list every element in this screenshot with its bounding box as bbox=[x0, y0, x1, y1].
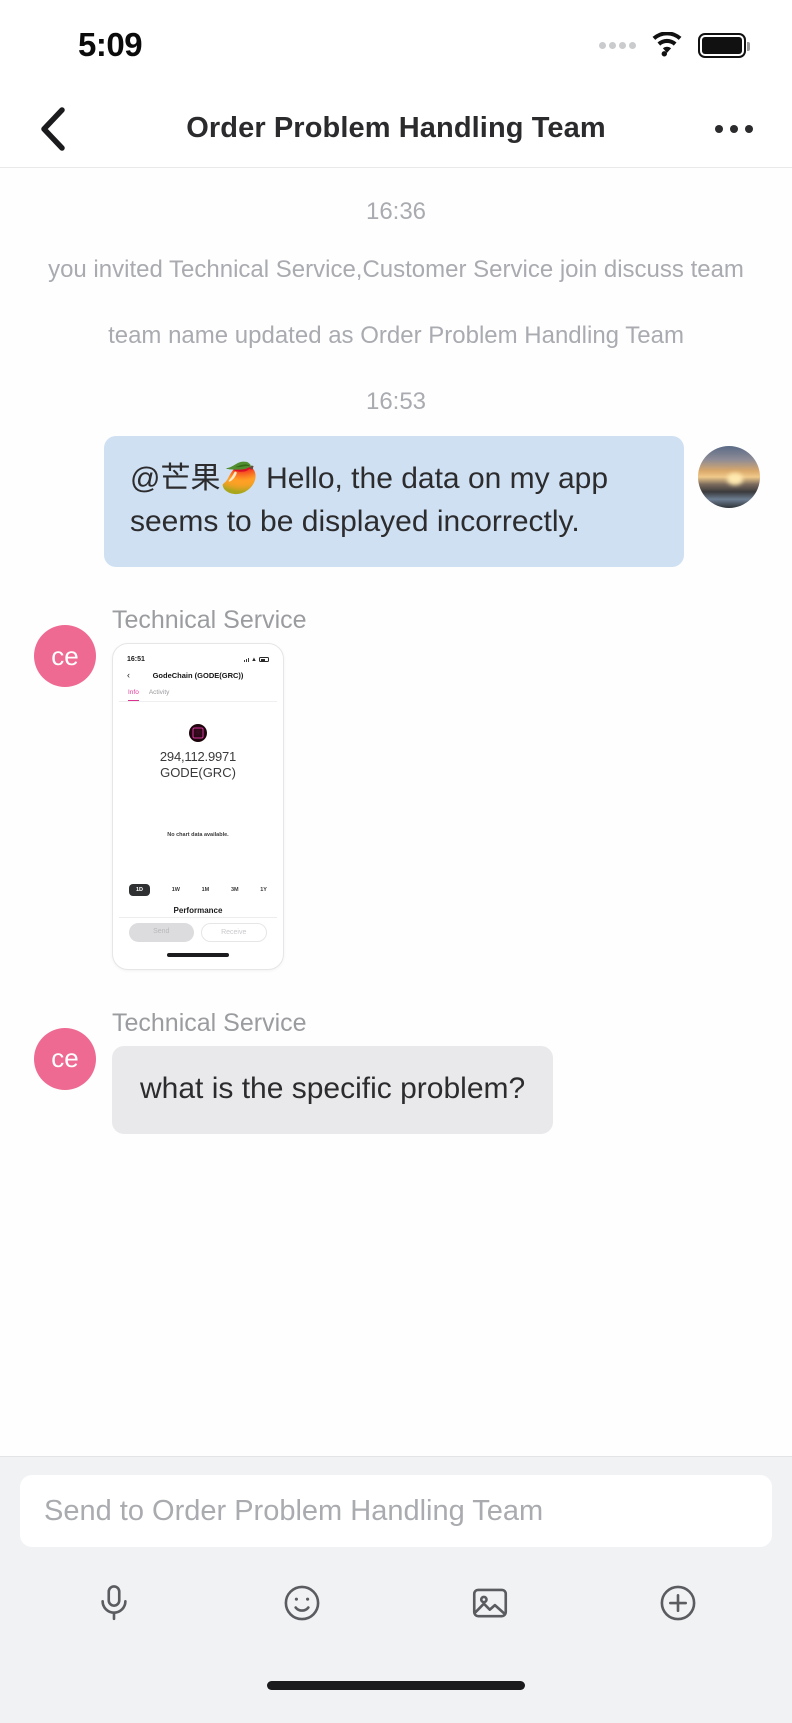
range-3m[interactable]: 3M bbox=[231, 884, 239, 896]
message-row-outgoing: @芒果🥭 Hello, the data on my app seems to … bbox=[0, 436, 792, 568]
range-1y[interactable]: 1Y bbox=[260, 884, 267, 896]
nav-bar: Order Problem Handling Team bbox=[0, 90, 792, 168]
back-button[interactable] bbox=[26, 102, 80, 156]
status-bar: 5:09 bbox=[0, 0, 792, 90]
embedded-status-time: 16:51 bbox=[127, 656, 145, 664]
chart-range-selector: 1D 1W 1M 3M 1Y bbox=[119, 884, 277, 897]
token-symbol: GODE(GRC) bbox=[160, 765, 236, 781]
composer bbox=[0, 1456, 792, 1659]
chat-screen: 5:09 Order Problem Handling Team 16:36 y… bbox=[0, 0, 792, 1723]
message-row-incoming: ce Technical Service 16:51 ▲ ‹ GodeChain… bbox=[0, 605, 792, 970]
microphone-icon bbox=[101, 1585, 127, 1621]
tab-activity[interactable]: Activity bbox=[149, 689, 170, 701]
range-1w[interactable]: 1W bbox=[172, 884, 180, 896]
shared-image-message[interactable]: 16:51 ▲ ‹ GodeChain (GODE(GRC)) Info Act… bbox=[112, 643, 284, 970]
embedded-wifi-icon: ▲ bbox=[251, 656, 257, 663]
status-bar-time: 5:09 bbox=[78, 26, 143, 63]
add-attachment-button[interactable] bbox=[646, 1571, 710, 1635]
embedded-title: GodeChain (GODE(GRC)) bbox=[152, 671, 244, 681]
system-event-message: team name updated as Order Problem Handl… bbox=[108, 322, 684, 349]
home-indicator[interactable] bbox=[267, 1681, 525, 1690]
embedded-status-bar: 16:51 ▲ bbox=[119, 650, 277, 666]
token-balance: 294,112.9971 bbox=[159, 749, 237, 765]
more-horizontal-icon bbox=[730, 124, 738, 133]
embedded-battery-icon bbox=[259, 657, 269, 663]
more-horizontal-icon bbox=[745, 124, 753, 133]
home-indicator-area bbox=[0, 1659, 792, 1723]
coin-logo-icon bbox=[189, 724, 207, 743]
receive-button[interactable]: Receive bbox=[200, 923, 267, 943]
composer-toolbar bbox=[20, 1547, 772, 1659]
performance-section-label: Performance bbox=[173, 906, 223, 916]
avatar[interactable]: ce bbox=[34, 625, 96, 688]
range-1m[interactable]: 1M bbox=[202, 884, 210, 896]
embedded-signal-icon bbox=[244, 657, 250, 662]
plus-icon bbox=[660, 1585, 696, 1621]
sender-name: Technical Service bbox=[112, 606, 307, 635]
chevron-left-icon bbox=[41, 106, 65, 151]
image-icon bbox=[472, 1588, 508, 1618]
battery-full-icon bbox=[698, 32, 750, 58]
system-timestamp: 16:53 bbox=[365, 388, 427, 415]
embedded-nav-bar: ‹ GodeChain (GODE(GRC)) bbox=[119, 666, 277, 686]
sender-name: Technical Service bbox=[112, 1008, 307, 1037]
status-bar-indicators bbox=[599, 31, 750, 58]
tab-info[interactable]: Info bbox=[128, 689, 139, 702]
message-list[interactable]: 16:36 you invited Technical Service,Cust… bbox=[0, 168, 792, 1456]
emoji-icon bbox=[284, 1585, 320, 1621]
message-bubble-incoming[interactable]: what is the specific problem? bbox=[112, 1045, 554, 1134]
embedded-tab-bar: Info Activity bbox=[119, 686, 277, 703]
emoji-button[interactable] bbox=[270, 1571, 334, 1635]
message-input-wrapper[interactable] bbox=[20, 1475, 772, 1547]
more-options-button[interactable] bbox=[706, 109, 762, 149]
wifi-icon bbox=[650, 31, 684, 58]
embedded-action-bar: Send Receive bbox=[119, 917, 277, 943]
message-row-incoming: ce Technical Service what is the specifi… bbox=[0, 1008, 792, 1134]
system-event-message: you invited Technical Service,Customer S… bbox=[48, 256, 744, 283]
more-horizontal-icon bbox=[715, 124, 723, 133]
avatar[interactable] bbox=[698, 446, 760, 508]
page-title: Order Problem Handling Team bbox=[186, 112, 606, 144]
embedded-home-indicator bbox=[167, 953, 229, 957]
signal-dots-icon bbox=[599, 41, 636, 49]
message-bubble-outgoing[interactable]: @芒果🥭 Hello, the data on my app seems to … bbox=[104, 436, 684, 568]
avatar[interactable]: ce bbox=[34, 1027, 96, 1090]
microphone-button[interactable] bbox=[82, 1571, 146, 1635]
range-1d[interactable]: 1D bbox=[129, 884, 151, 897]
send-button[interactable]: Send bbox=[129, 923, 194, 943]
system-timestamp: 16:36 bbox=[365, 198, 427, 225]
message-input[interactable] bbox=[44, 1494, 748, 1528]
image-button[interactable] bbox=[458, 1571, 522, 1635]
chart-empty-message: No chart data available. bbox=[167, 832, 229, 839]
